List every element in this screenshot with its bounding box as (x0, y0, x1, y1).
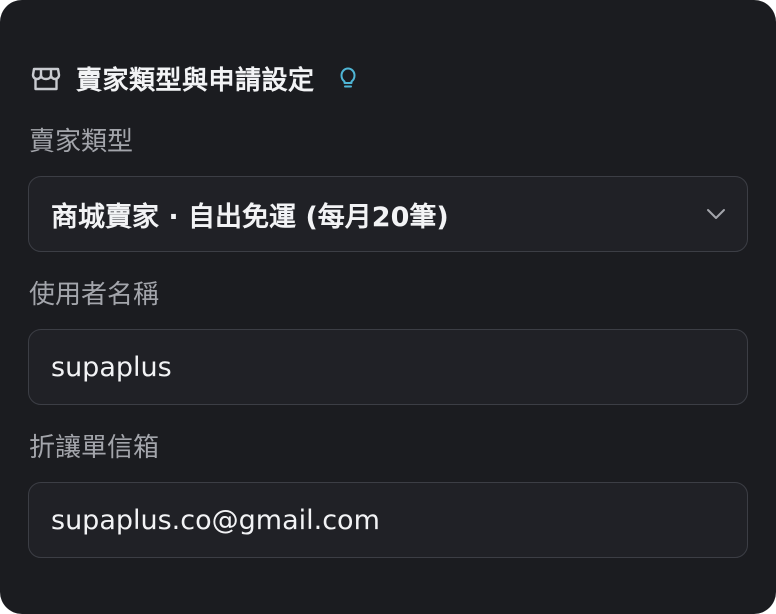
settings-panel: 賣家類型與申請設定 賣家類型 商城賣家 · 自出免運 (每月20筆) 使用者名稱… (0, 0, 776, 614)
panel-header: 賣家類型與申請設定 (30, 58, 359, 98)
discount-email-value: supaplus.co@gmail.com (51, 504, 380, 536)
seller-type-select[interactable]: 商城賣家 · 自出免運 (每月20筆) (28, 176, 748, 252)
lightbulb-icon[interactable] (337, 65, 359, 91)
seller-type-label: 賣家類型 (29, 127, 134, 157)
discount-email-input[interactable]: supaplus.co@gmail.com (28, 482, 748, 558)
chevron-down-icon[interactable] (705, 203, 727, 225)
username-label: 使用者名稱 (29, 280, 160, 310)
panel-title: 賣家類型與申請設定 (76, 65, 315, 96)
username-input[interactable]: supaplus (28, 329, 748, 405)
seller-type-value: 商城賣家 · 自出免運 (每月20筆) (51, 201, 449, 233)
username-value: supaplus (51, 351, 172, 383)
discount-email-label: 折讓單信箱 (29, 433, 160, 463)
store-icon (30, 62, 62, 94)
